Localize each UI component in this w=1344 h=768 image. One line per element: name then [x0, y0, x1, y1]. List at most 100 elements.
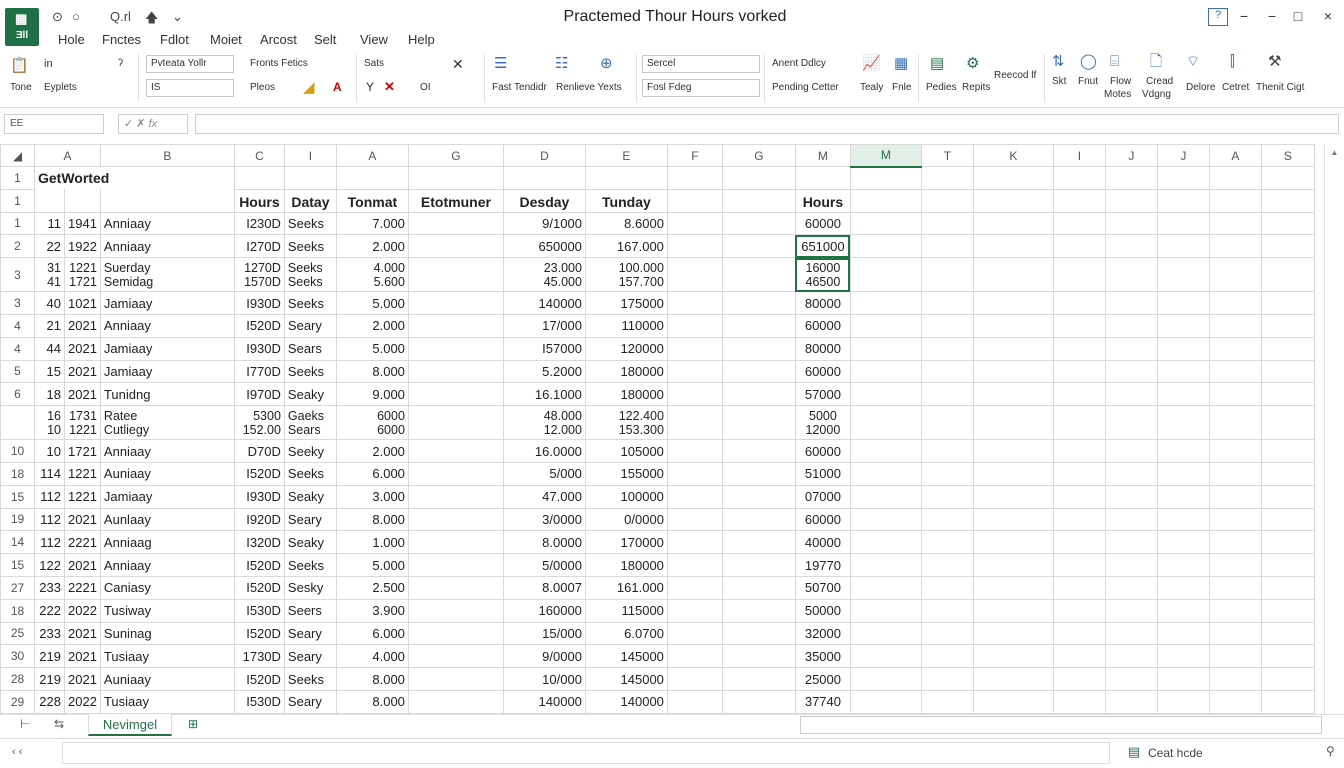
cell-hours-total[interactable]: 19770: [794, 553, 851, 577]
cell-tunday[interactable]: 145000: [584, 667, 668, 691]
menu-page-layout[interactable]: Moiet: [210, 32, 242, 47]
empty-cell[interactable]: [721, 405, 796, 441]
cell-name[interactable]: Jamiaay: [99, 291, 235, 315]
paste-icon[interactable]: 📋: [10, 58, 29, 74]
empty-cell[interactable]: [1104, 598, 1158, 623]
empty-cell[interactable]: [1260, 621, 1315, 646]
renlieve-button[interactable]: Renlieve Yexts: [556, 82, 622, 93]
status-nav-icon[interactable]: ‹ ‹: [12, 746, 22, 758]
cell-etotmuner[interactable]: [407, 405, 504, 441]
empty-cell[interactable]: [849, 439, 922, 463]
cell-hours-total[interactable]: 651000: [794, 234, 851, 259]
column-header[interactable]: D: [502, 144, 586, 167]
column-header-selected[interactable]: M: [849, 144, 922, 168]
cell-tunday[interactable]: 161.000: [584, 575, 668, 600]
row-header[interactable]: 30: [0, 644, 35, 669]
cell-datay[interactable]: Seeks: [283, 553, 337, 577]
row-header[interactable]: 10: [0, 439, 35, 463]
empty-cell[interactable]: [1156, 336, 1210, 361]
cell-year[interactable]: 2022: [64, 689, 101, 714]
empty-cell[interactable]: [407, 166, 504, 190]
empty-cell[interactable]: [920, 291, 974, 315]
cell-name[interactable]: Anniaay: [99, 553, 235, 577]
empty-cell[interactable]: [972, 575, 1054, 600]
empty-cell[interactable]: [972, 405, 1054, 441]
cell-id[interactable]: 112: [34, 484, 65, 509]
cell-tonmat[interactable]: 4.000 5.600: [335, 257, 409, 293]
empty-cell[interactable]: [1104, 211, 1158, 236]
empty-cell[interactable]: [666, 507, 723, 532]
cell-hours[interactable]: I520D: [233, 667, 285, 691]
cell-hours-total[interactable]: 37740: [794, 689, 851, 714]
cell-datay[interactable]: Seary: [283, 313, 337, 338]
empty-cell[interactable]: [1104, 530, 1158, 555]
empty-cell[interactable]: [1260, 553, 1315, 577]
cell-datay[interactable]: Seeks: [283, 211, 337, 236]
cell-datay[interactable]: Sears: [283, 336, 337, 361]
formula-input[interactable]: [195, 114, 1339, 134]
minimize-ribbon-button[interactable]: −: [1234, 8, 1254, 24]
cell-desday[interactable]: 15/000: [502, 621, 586, 646]
empty-cell[interactable]: [1104, 484, 1158, 509]
empty-cell[interactable]: [920, 405, 974, 441]
cell-tunday[interactable]: 0/0000: [584, 507, 668, 532]
thent-button[interactable]: Thenit Cigt: [1256, 82, 1304, 93]
cell-hours[interactable]: I920D: [233, 507, 285, 532]
font-name-select[interactable]: Pvteata Yollr: [146, 55, 234, 73]
empty-cell[interactable]: [1104, 553, 1158, 577]
status-input[interactable]: [62, 742, 1110, 764]
column-header[interactable]: T: [920, 144, 974, 167]
cell-etotmuner[interactable]: [407, 553, 504, 577]
empty-cell[interactable]: [920, 689, 974, 714]
cell-id[interactable]: 18: [34, 382, 65, 407]
cell-year[interactable]: 2221: [64, 575, 101, 600]
tab-nav-icon[interactable]: ⇆: [54, 717, 64, 731]
empty-cell[interactable]: [1156, 439, 1210, 463]
menu-view[interactable]: View: [360, 32, 388, 47]
empty-cell[interactable]: [849, 382, 922, 407]
formula-icons[interactable]: ✓ ✗ fx: [118, 114, 188, 134]
header-cell-hours-m[interactable]: Hours: [794, 188, 851, 213]
clipboard-small-icon[interactable]: ʔ: [118, 58, 123, 69]
font-color-icon[interactable]: A: [333, 80, 342, 94]
cell-tonmat[interactable]: 2.000: [335, 313, 409, 338]
empty-cell[interactable]: [721, 211, 796, 236]
empty-cell[interactable]: [1156, 291, 1210, 315]
row-header[interactable]: 1: [0, 211, 35, 236]
empty-cell[interactable]: [1208, 211, 1262, 236]
cell-datay[interactable]: Seeky: [283, 439, 337, 463]
cell-tonmat[interactable]: 4.000: [335, 644, 409, 669]
cell-etotmuner[interactable]: [407, 211, 504, 236]
column-header[interactable]: I: [1052, 144, 1106, 167]
cell-etotmuner[interactable]: [407, 382, 504, 407]
empty-cell[interactable]: [721, 234, 796, 259]
empty-cell[interactable]: [1104, 439, 1158, 463]
column-header[interactable]: G: [721, 144, 796, 167]
header-cell-desday[interactable]: Desday: [502, 188, 586, 213]
row-header[interactable]: 6: [0, 382, 35, 407]
empty-cell[interactable]: [849, 575, 922, 600]
cell-name[interactable]: Auniaay: [99, 667, 235, 691]
empty-cell[interactable]: [721, 166, 796, 190]
empty-cell[interactable]: [666, 336, 723, 361]
cell-desday[interactable]: 160000: [502, 598, 586, 623]
empty-cell[interactable]: [972, 484, 1054, 509]
fonts-dropdown[interactable]: Fronts Fetics: [250, 58, 308, 69]
menu-home[interactable]: Hole: [58, 32, 85, 47]
empty-cell[interactable]: [1104, 336, 1158, 361]
empty-cell[interactable]: [920, 484, 974, 509]
empty-cell[interactable]: [1260, 405, 1315, 441]
column-header[interactable]: A: [335, 144, 409, 167]
empty-cell[interactable]: [1104, 667, 1158, 691]
empty-cell[interactable]: [1208, 188, 1262, 213]
cell-hours[interactable]: I520D: [233, 575, 285, 600]
cell-year[interactable]: 1731 1221: [64, 405, 101, 441]
empty-cell[interactable]: [335, 166, 409, 190]
empty-cell[interactable]: [1052, 621, 1106, 646]
empty-cell[interactable]: [1052, 507, 1106, 532]
empty-cell[interactable]: [920, 644, 974, 669]
empty-cell[interactable]: [849, 291, 922, 315]
empty-cell[interactable]: [1208, 507, 1262, 532]
empty-cell[interactable]: [849, 359, 922, 384]
empty-cell[interactable]: [1052, 689, 1106, 714]
